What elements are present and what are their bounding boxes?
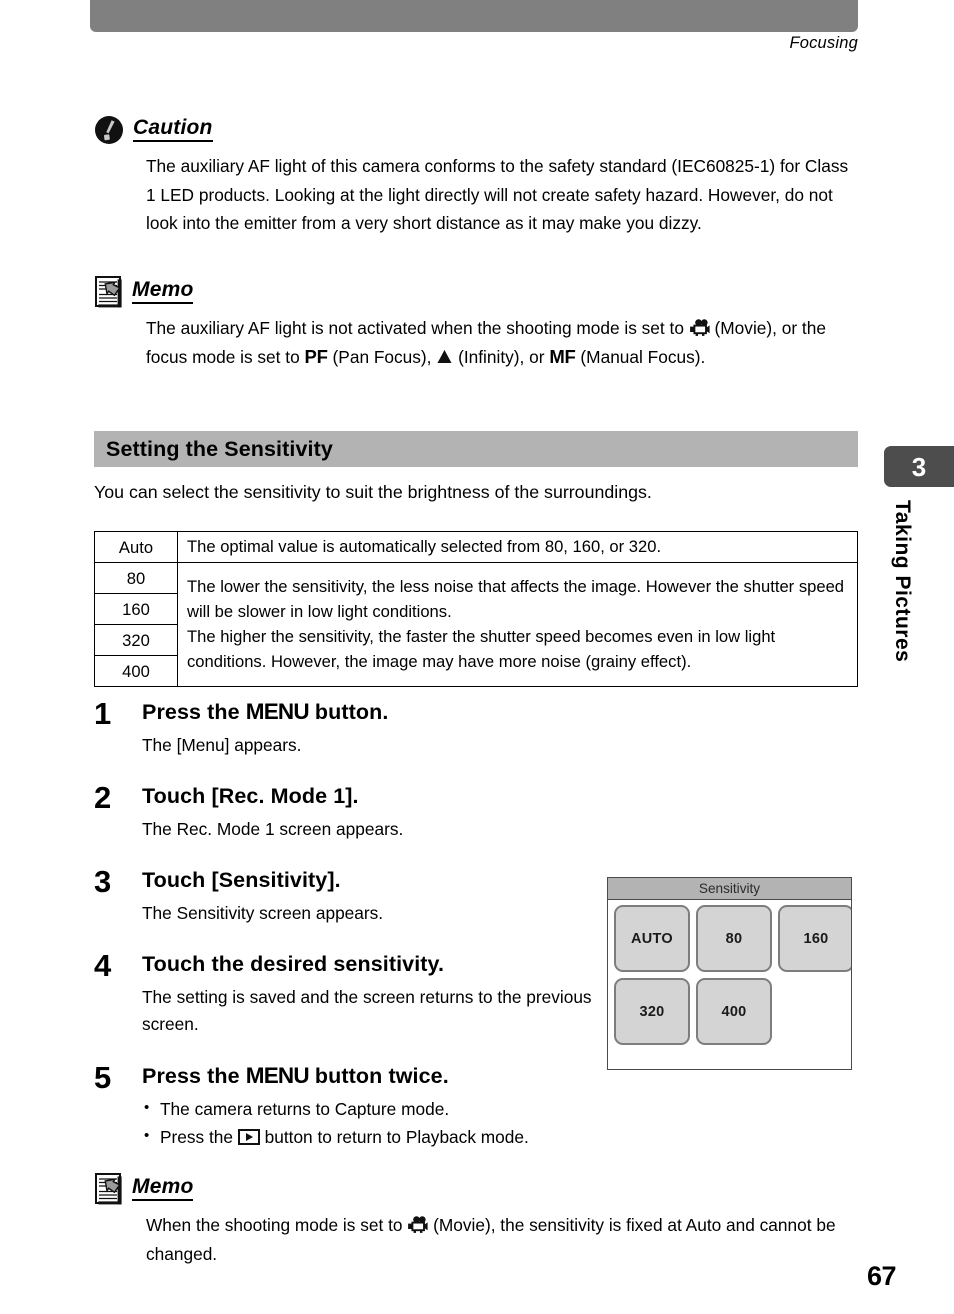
step-number: 2 xyxy=(94,780,111,815)
memo-body-top: The auxiliary AF light is not activated … xyxy=(146,314,861,371)
step-description: The Rec. Mode 1 screen appears. xyxy=(142,819,404,839)
chapter-number: 3 xyxy=(911,451,927,482)
step-title: Touch [Sensitivity]. xyxy=(142,868,341,892)
lcd-screen-title: Sensitivity xyxy=(608,878,851,900)
memo-note-icon xyxy=(95,276,123,308)
step-5-title-before: Press the xyxy=(142,1064,246,1088)
list-item: The camera returns to Capture mode. xyxy=(142,1094,529,1123)
memo-note-icon xyxy=(95,1173,123,1205)
step-5: 5 Press the MENU button twice. The camer… xyxy=(94,1062,529,1151)
header-gray-band xyxy=(90,0,858,32)
step-number: 1 xyxy=(94,696,111,731)
sensitivity-option-320[interactable]: 320 xyxy=(614,978,690,1045)
table-cell-value: The optimal value is automatically selec… xyxy=(177,531,858,563)
caution-note-header: Caution xyxy=(94,116,864,146)
memo-note-bottom-header: Memo xyxy=(94,1173,864,1205)
table-cell-key: 320 xyxy=(94,624,178,656)
memo-bottom-text-1: When the shooting mode is set to xyxy=(146,1215,408,1235)
movie-camera-icon xyxy=(407,1213,428,1233)
chapter-label: Taking Pictures xyxy=(891,500,914,663)
step-description: The [Menu] appears. xyxy=(142,735,302,755)
memo-top-text-4: (Infinity), or xyxy=(453,346,550,367)
memo-top-text-1: The auxiliary AF light is not activated … xyxy=(146,318,689,338)
step-description: The Sensitivity screen appears. xyxy=(142,903,384,923)
step-2: 2 Touch [Rec. Mode 1]. The Rec. Mode 1 s… xyxy=(94,782,403,843)
step-description: The setting is saved and the screen retu… xyxy=(142,987,592,1034)
caution-exclamation-icon xyxy=(94,115,124,145)
table-cell-key: Auto xyxy=(94,531,178,563)
section-intro-text: You can select the sensitivity to suit t… xyxy=(94,482,652,502)
sensitivity-option-160[interactable]: 160 xyxy=(778,905,851,972)
section-header-bar: Setting the Sensitivity xyxy=(94,431,858,467)
memo-top-text-5: (Manual Focus). xyxy=(575,346,706,367)
caution-body: The auxiliary AF light of this camera co… xyxy=(146,156,849,233)
step-5-bullet2-before: Press the xyxy=(160,1127,238,1147)
chapter-tab: 3 xyxy=(884,446,954,487)
table-cell-value-merged: The lower the sensitivity, the less nois… xyxy=(177,562,858,687)
table-row: Auto The optimal value is automatically … xyxy=(94,531,858,563)
memo-body-bottom: When the shooting mode is set to (Movie)… xyxy=(146,1211,861,1268)
menu-button-label: MENU xyxy=(245,1063,310,1088)
memo-note-bottom: Memo When the shooting mode is set to (M… xyxy=(94,1173,864,1268)
sensitivity-option-80[interactable]: 80 xyxy=(696,905,772,972)
step-number: 3 xyxy=(94,864,111,899)
infinity-mountain-icon xyxy=(436,344,453,363)
step-number: 5 xyxy=(94,1060,111,1095)
step-1-title-after: button. xyxy=(308,700,389,724)
step-title: Press the MENU button. xyxy=(142,698,388,726)
step-4: 4 Touch the desired sensitivity. The set… xyxy=(94,950,594,1038)
step-3: 3 Touch [Sensitivity]. The Sensitivity s… xyxy=(94,866,383,927)
sensitivity-screen-illustration: Sensitivity AUTO 80 160 320 400 xyxy=(607,877,852,1070)
menu-button-label: MENU xyxy=(245,699,310,724)
pf-key-label: PF xyxy=(304,345,328,367)
memo-top-text-3: (Pan Focus), xyxy=(327,346,437,367)
memo-title-top: Memo xyxy=(132,278,194,304)
lcd-button-grid: AUTO 80 160 320 400 xyxy=(608,900,851,1045)
page-title: Setting the Sensitivity xyxy=(106,436,333,461)
sensitivity-option-auto[interactable]: AUTO xyxy=(614,905,690,972)
step-5-title-after: button twice. xyxy=(308,1064,449,1088)
step-5-bullets: The camera returns to Capture mode. Pres… xyxy=(142,1094,529,1151)
list-item: Press the button to return to Playback m… xyxy=(142,1122,529,1151)
table-cell-key: 400 xyxy=(94,655,178,687)
memo-note-top-header: Memo xyxy=(94,276,864,308)
memo-title-bottom: Memo xyxy=(132,1175,194,1201)
table-row: 80 The lower the sensitivity, the less n… xyxy=(94,562,858,687)
caution-note: Caution The auxiliary AF light of this c… xyxy=(94,116,864,238)
page-number: 67 xyxy=(866,1261,897,1291)
step-5-bullet2-after: button to return to Playback mode. xyxy=(259,1127,529,1147)
memo-note-top: Memo The auxiliary AF light is not activ… xyxy=(94,276,864,371)
step-title: Touch [Rec. Mode 1]. xyxy=(142,784,359,808)
running-head: Focusing xyxy=(789,34,858,52)
caution-title: Caution xyxy=(133,116,213,142)
mf-key-label: MF xyxy=(549,345,576,367)
table-cell-key: 80 xyxy=(94,562,178,594)
step-number: 4 xyxy=(94,948,111,983)
sensitivity-option-400[interactable]: 400 xyxy=(696,978,772,1045)
playback-button-icon xyxy=(237,1125,260,1145)
merged-value-line-1: The lower the sensitivity, the less nois… xyxy=(187,577,845,621)
table-cell-key: 160 xyxy=(94,593,178,625)
step-1: 1 Press the MENU button. The [Menu] appe… xyxy=(94,698,388,759)
step-1-title-before: Press the xyxy=(142,700,246,724)
sensitivity-table: Auto The optimal value is automatically … xyxy=(94,531,858,687)
merged-value-line-2: The higher the sensitivity, the faster t… xyxy=(187,627,776,671)
step-title: Touch the desired sensitivity. xyxy=(142,952,445,976)
step-title: Press the MENU button twice. xyxy=(142,1062,529,1090)
movie-camera-icon xyxy=(689,316,710,336)
